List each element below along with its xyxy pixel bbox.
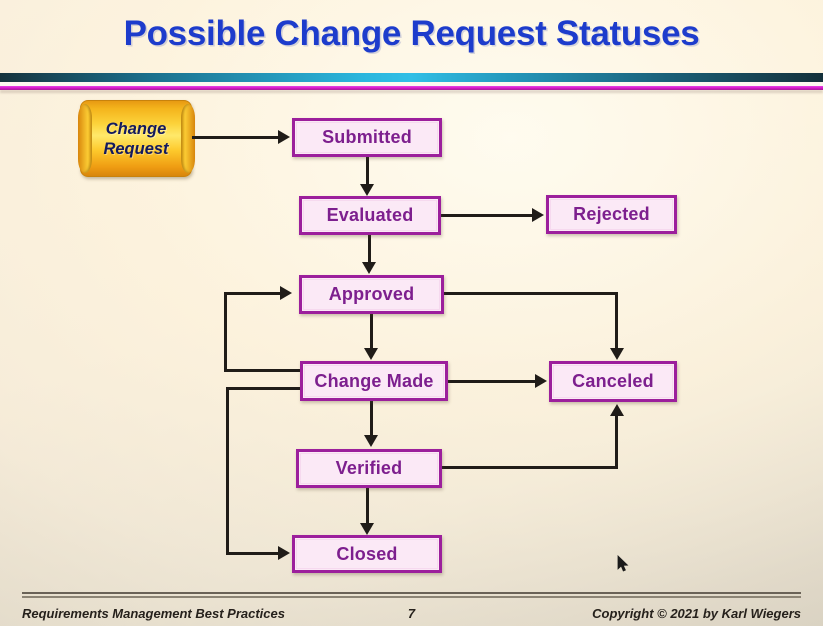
arrowhead-changemade-to-closed: [278, 546, 290, 560]
node-canceled[interactable]: Canceled: [549, 361, 677, 402]
node-change-made-label: Change Made: [314, 370, 434, 391]
node-submitted-label: Submitted: [322, 127, 412, 147]
connector-verified-to-canceled-h: [442, 466, 618, 469]
node-approved-label: Approved: [328, 284, 415, 304]
node-rejected-label: Rejected: [573, 204, 650, 224]
scroll-label-line2: Request: [103, 139, 169, 158]
node-change-made[interactable]: Change Made: [300, 361, 448, 401]
arrowhead-evaluated-to-approved: [362, 262, 376, 274]
connector-evaluated-to-rejected: [441, 214, 532, 217]
slide-canvas: Possible Change Request Statuses Change …: [0, 0, 823, 626]
connector-approved-to-changemade: [370, 314, 373, 348]
footer-divider-top: [22, 592, 801, 594]
connector-changemade-to-closed-v: [226, 387, 229, 554]
connector-evaluated-to-approved: [368, 235, 371, 262]
node-approved[interactable]: Approved: [299, 275, 444, 314]
arrowhead-changemade-to-verified: [364, 435, 378, 447]
node-verified-label: Verified: [335, 458, 403, 478]
connector-changemade-to-approved-h2: [224, 292, 280, 295]
connector-approved-to-canceled-v: [615, 292, 618, 348]
arrowhead-approved-to-canceled: [610, 348, 624, 360]
arrowhead-request-to-submitted: [278, 130, 290, 144]
node-rejected[interactable]: Rejected: [546, 195, 677, 234]
connector-verified-to-closed: [366, 488, 369, 523]
connector-changemade-to-canceled: [448, 380, 535, 383]
arrowhead-changemade-to-approved: [280, 286, 292, 300]
connector-approved-to-canceled-h: [444, 292, 618, 295]
node-verified[interactable]: Verified: [296, 449, 442, 488]
connector-changemade-to-approved-h1: [224, 369, 302, 372]
accent-bar-gradient: [0, 73, 823, 82]
connector-request-to-submitted: [192, 136, 278, 139]
arrowhead-changemade-to-canceled: [535, 374, 547, 388]
page-title: Possible Change Request Statuses: [123, 14, 700, 53]
scroll-label: Change Request: [80, 100, 192, 177]
arrowhead-verified-to-canceled: [610, 404, 624, 416]
connector-verified-to-canceled-v: [615, 416, 618, 468]
node-canceled-label: Canceled: [572, 371, 654, 391]
node-closed-label: Closed: [336, 543, 398, 564]
footer-divider-bottom: [22, 596, 801, 598]
node-evaluated-label: Evaluated: [326, 205, 414, 225]
mouse-cursor-icon: [617, 555, 629, 573]
connector-changemade-to-closed-h1: [226, 387, 302, 390]
arrowhead-approved-to-changemade: [364, 348, 378, 360]
connector-changemade-to-verified: [370, 401, 373, 435]
connector-changemade-to-approved-v: [224, 292, 227, 372]
footer: Requirements Management Best Practices 7…: [22, 602, 801, 624]
node-evaluated[interactable]: Evaluated: [299, 196, 441, 235]
connector-submitted-to-evaluated: [366, 157, 369, 184]
arrowhead-submitted-to-evaluated: [360, 184, 374, 196]
change-request-scroll: Change Request: [78, 100, 195, 177]
node-closed[interactable]: Closed: [292, 535, 442, 573]
node-submitted[interactable]: Submitted: [292, 118, 442, 157]
accent-bar-shadow: [0, 90, 823, 93]
arrowhead-evaluated-to-rejected: [532, 208, 544, 222]
footer-page-number: 7: [407, 605, 416, 621]
connector-changemade-to-closed-h2: [226, 552, 278, 555]
arrowhead-verified-to-closed: [360, 523, 374, 535]
scroll-label-line1: Change: [105, 119, 167, 138]
